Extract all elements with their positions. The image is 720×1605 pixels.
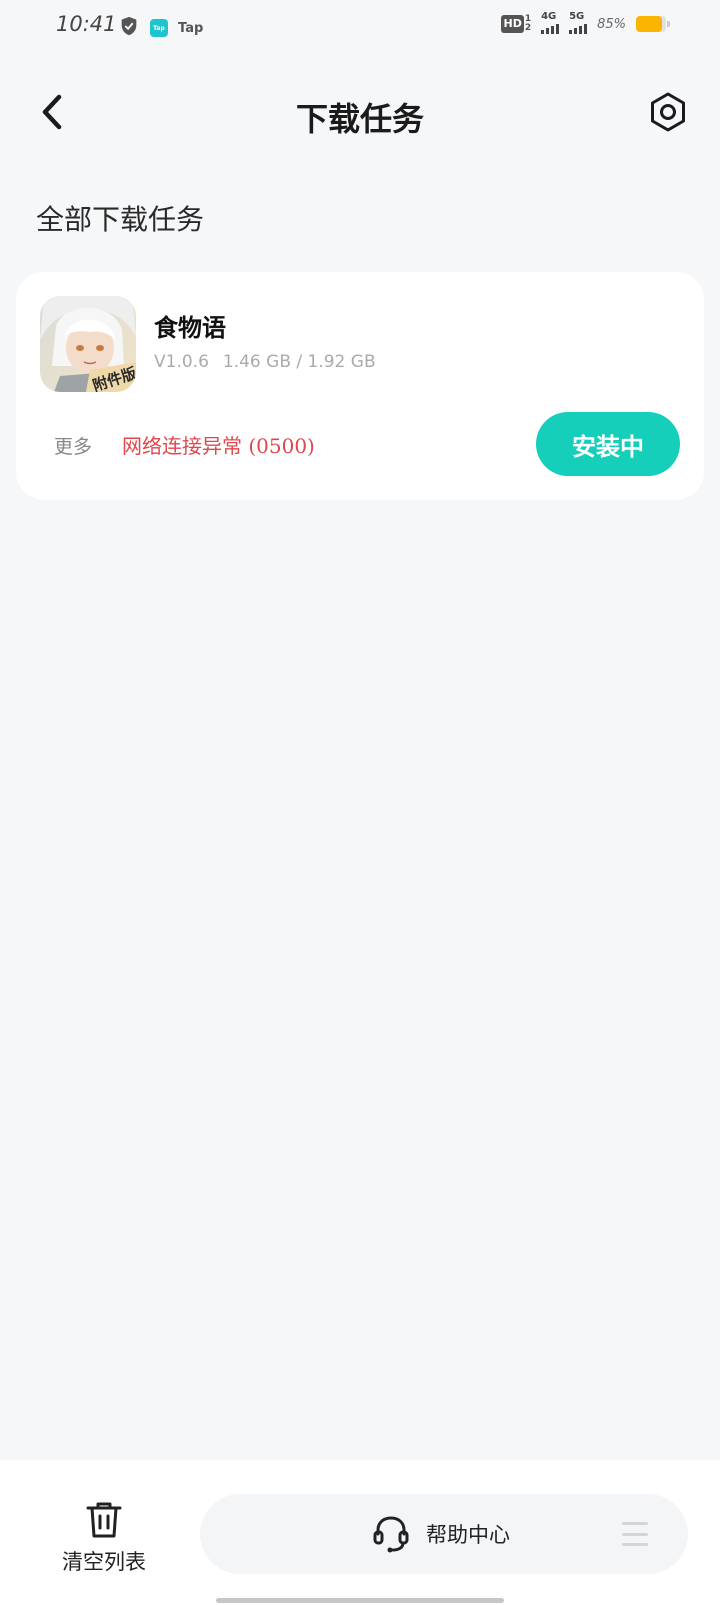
header: 下载任务	[0, 80, 720, 146]
download-progress: 1.46 GB / 1.92 GB	[222, 352, 376, 372]
help-center-bar[interactable]: 帮助中心	[200, 1494, 688, 1574]
signal-5g-icon: 5G	[569, 11, 588, 34]
hd-icon: HD 1 2	[501, 14, 532, 33]
status-time: 10:41	[56, 12, 117, 36]
app-icon[interactable]: 附件版	[40, 296, 136, 392]
status-left-icons: Tap Tap	[118, 15, 203, 41]
tap-text-icon: Tap	[178, 20, 204, 36]
page-title: 下载任务	[295, 100, 424, 138]
app-version: V1.0.6	[154, 352, 209, 372]
section-title: 全部下载任务	[36, 203, 205, 236]
settings-icon	[651, 92, 685, 132]
app-meta: V1.0.6 1.46 GB / 1.92 GB	[154, 352, 376, 372]
clear-list-label: 清空列表	[62, 1550, 146, 1574]
battery-level-fill	[636, 16, 662, 32]
headset-icon	[373, 1516, 409, 1553]
app-name: 食物语	[154, 313, 226, 342]
help-center-label: 帮助中心	[426, 1523, 510, 1547]
battery-percent: 85%	[597, 16, 626, 32]
clear-list-button[interactable]: 清空列表	[46, 1500, 162, 1576]
bottom-bar: 清空列表 帮助中心	[0, 1460, 720, 1605]
menu-icon[interactable]	[622, 1522, 648, 1546]
status-bar: 10:41 Tap Tap HD 1 2 4G 5G 85%	[0, 0, 720, 56]
home-indicator[interactable]	[216, 1598, 504, 1603]
status-right: HD 1 2 4G 5G 85%	[501, 11, 670, 34]
trash-icon	[86, 1502, 122, 1538]
help-center-button[interactable]: 帮助中心	[372, 1514, 510, 1554]
settings-button[interactable]	[642, 86, 694, 138]
download-task-card[interactable]: 附件版 食物语 V1.0.6 1.46 GB / 1.92 GB 更多 网络连接…	[16, 272, 704, 500]
error-message: 网络连接异常 (0500)	[122, 434, 315, 458]
signal-4g-icon: 4G	[541, 11, 560, 34]
app-icon-image: 附件版	[40, 296, 136, 392]
tap-app-icon: Tap	[150, 19, 168, 37]
installing-button[interactable]: 安装中	[536, 412, 680, 476]
shield-icon	[118, 15, 140, 41]
more-button[interactable]: 更多	[54, 432, 92, 459]
battery-icon	[636, 16, 670, 32]
